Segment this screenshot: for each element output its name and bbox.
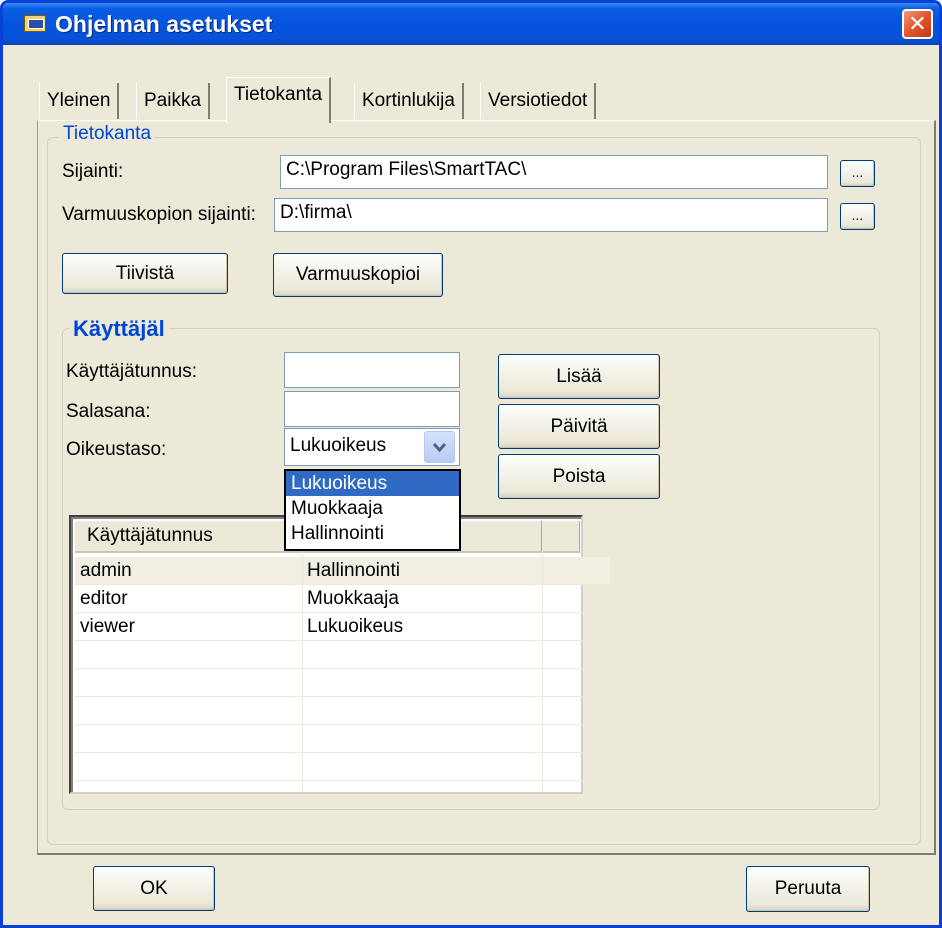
add-button[interactable]: Lisää [498,354,660,399]
location-input[interactable]: C:\Program Files\SmartTAC\ [280,155,828,189]
backup-button[interactable]: Varmuuskopioi [273,253,443,297]
delete-button[interactable]: Poista [498,454,660,499]
cell-username: viewer [80,616,135,637]
tab-kortinlukija[interactable]: Kortinlukija [354,83,464,119]
title-bar[interactable]: Ohjelman asetukset ✕ [3,3,939,45]
cell-username: admin [80,560,132,581]
empty-row [75,725,610,753]
compact-button[interactable]: Tiivistä [62,253,228,294]
backup-location-input[interactable]: D:\firma\ [274,198,828,232]
settings-window: Ohjelman asetukset ✕ Yleinen Paikka Tiet… [0,0,942,928]
tab-versiotiedot[interactable]: Versiotiedot [480,83,597,119]
rights-option[interactable]: Lukuoikeus [286,471,459,496]
rights-dropdown-list[interactable]: Lukuoikeus Muokkaaja Hallinnointi [284,469,461,551]
column-header-username[interactable]: Käyttäjätunnus [75,521,301,551]
close-button[interactable]: ✕ [902,9,933,39]
ok-button[interactable]: OK [93,866,215,911]
password-input[interactable] [284,391,460,427]
tab-yleinen[interactable]: Yleinen [39,83,120,119]
empty-row [75,669,610,697]
cell-rights: Muokkaaja [307,588,399,609]
rights-option[interactable]: Hallinnointi [286,521,459,546]
column-header-filler [542,521,580,551]
chevron-down-icon[interactable] [424,431,455,463]
cell-username: editor [80,588,128,609]
column-separator [302,551,303,792]
username-input[interactable] [284,352,460,388]
empty-row [75,697,610,725]
tab-paikka[interactable]: Paikka [136,83,211,119]
table-row[interactable]: admin Hallinnointi [75,557,610,585]
rights-option[interactable]: Muokkaaja [286,496,459,521]
cancel-button[interactable]: Peruuta [746,866,870,912]
rights-select-value: Lukuoikeus [290,435,387,456]
backup-browse-button[interactable]: ... [840,203,875,230]
location-browse-button[interactable]: ... [840,160,875,187]
password-label: Salasana: [66,401,151,422]
empty-row [75,753,610,781]
table-row[interactable]: editor Muokkaaja [75,585,610,613]
cell-rights: Lukuoikeus [307,616,404,637]
rights-label: Oikeustaso: [66,439,167,460]
database-group-legend: Tietokanta [59,123,156,145]
app-icon [24,15,46,32]
backup-location-label: Varmuuskopion sijainti: [62,204,256,225]
users-group-legend: Käyttäjäl [69,316,169,342]
column-separator [542,551,543,792]
cell-rights: Hallinnointi [307,560,400,581]
users-grid[interactable]: Käyttäjätunnus Oikeustaso admin Hallinno… [69,515,610,794]
table-row[interactable]: viewer Lukuoikeus [75,613,610,641]
username-label: Käyttäjätunnus: [66,361,197,382]
tab-tietokanta[interactable]: Tietokanta [226,77,332,123]
update-button[interactable]: Päivitä [498,404,660,449]
window-title: Ohjelman asetukset [55,11,273,37]
location-label: Sijainti: [62,161,124,182]
empty-row [75,641,610,669]
